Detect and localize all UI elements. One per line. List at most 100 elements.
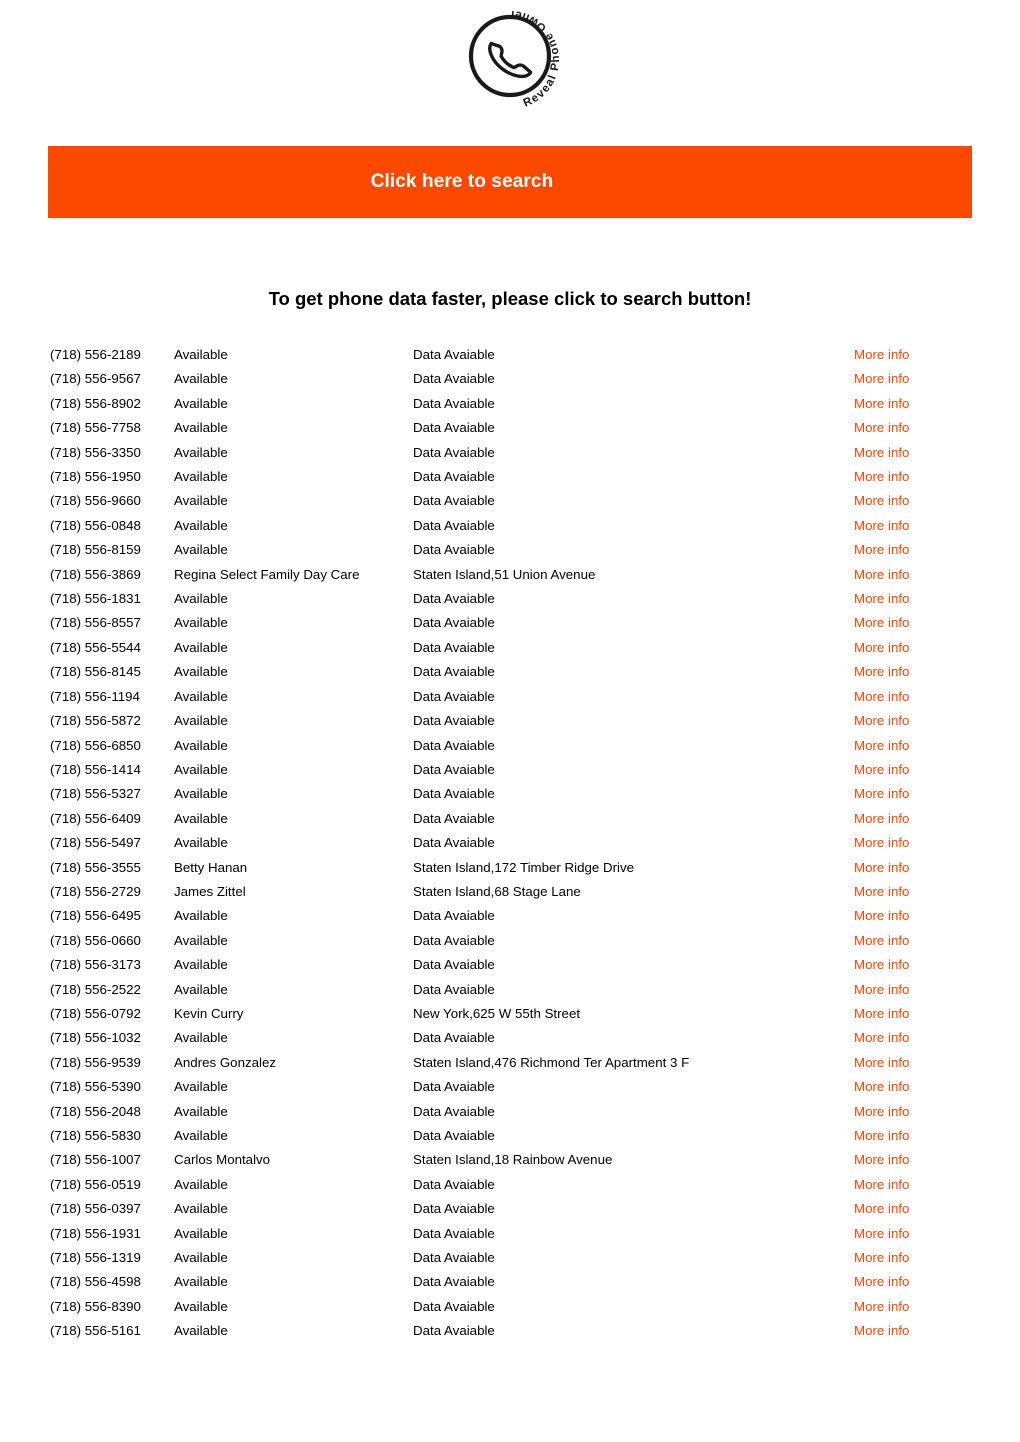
more-info-link[interactable]: More info: [854, 860, 909, 875]
owner-name-cell: Available: [174, 1222, 413, 1246]
table-row: (718) 556-9660 Available Data Avaiable More…: [0, 489, 1020, 513]
owner-name: James Zittel: [174, 883, 246, 899]
owner-address: Data Avaiable: [413, 371, 495, 387]
more-info-link[interactable]: More info: [854, 1055, 909, 1070]
more-info-link[interactable]: More info: [854, 371, 909, 386]
more-info-link[interactable]: More info: [854, 1250, 909, 1265]
more-info-link[interactable]: More info: [854, 1030, 909, 1045]
phone-number-cell: (718) 556-6850: [0, 734, 174, 758]
more-info-link[interactable]: More info: [854, 420, 909, 435]
more-info-link[interactable]: More info: [854, 347, 909, 362]
owner-name: Available: [174, 1201, 228, 1217]
owner-address: Data Avaiable: [413, 1250, 495, 1266]
phone-number: (718) 556-8145: [50, 664, 141, 680]
table-row: (718) 556-1831 Available Data Avaiable More…: [0, 587, 1020, 611]
phone-number: (718) 556-3869: [50, 566, 141, 582]
owner-name-cell: Betty Hanan: [174, 856, 413, 880]
owner-address-cell: Data Avaiable: [413, 587, 854, 611]
phone-number: (718) 556-4598: [50, 1274, 141, 1290]
owner-name-cell: Available: [174, 636, 413, 660]
more-info-link[interactable]: More info: [854, 615, 909, 630]
more-info-link[interactable]: More info: [854, 884, 909, 899]
owner-address-cell: Data Avaiable: [413, 1319, 854, 1343]
owner-name-cell: Available: [174, 831, 413, 855]
phone-number: (718) 556-1831: [50, 591, 141, 607]
owner-address: Data Avaiable: [413, 1128, 495, 1143]
phone-number-cell: (718) 556-6409: [0, 807, 174, 831]
more-info-link-cell: More info: [854, 416, 1020, 440]
table-row: (718) 556-0848 Available Data Avaiable More…: [0, 514, 1020, 538]
more-info-link[interactable]: More info: [854, 1274, 909, 1289]
owner-address-cell: Data Avaiable: [413, 1222, 854, 1246]
owner-name: Available: [174, 957, 228, 973]
more-info-link[interactable]: More info: [854, 542, 909, 557]
more-info-link[interactable]: More info: [854, 591, 909, 606]
more-info-link-cell: More info: [854, 1197, 1020, 1221]
more-info-link[interactable]: More info: [854, 445, 909, 460]
more-info-link-cell: More info: [854, 709, 1020, 733]
click-here-to-search-button[interactable]: Click here to search: [48, 146, 972, 218]
owner-address: Data Avaiable: [413, 1103, 495, 1119]
owner-address-cell: Data Avaiable: [413, 367, 854, 391]
more-info-link[interactable]: More info: [854, 738, 909, 753]
more-info-link[interactable]: More info: [854, 1006, 909, 1021]
table-row: (718) 556-0792 Kevin Curry New York,625 W …: [0, 1002, 1020, 1026]
table-row: (718) 556-1007 Carlos Montalvo Staten Isla…: [0, 1148, 1020, 1172]
owner-name-cell: Available: [174, 782, 413, 806]
more-info-link[interactable]: More info: [854, 1226, 909, 1241]
more-info-link[interactable]: More info: [854, 957, 909, 972]
owner-address: Data Avaiable: [413, 1323, 495, 1339]
more-info-link[interactable]: More info: [854, 664, 909, 679]
more-info-link[interactable]: More info: [854, 1177, 909, 1192]
table-row: (718) 556-1032 Available Data Avaiable More…: [0, 1026, 1020, 1050]
more-info-link[interactable]: More info: [854, 982, 909, 997]
phone-number-cell: (718) 556-1950: [0, 465, 174, 489]
phone-number-cell: (718) 556-8902: [0, 392, 174, 416]
more-info-link-cell: More info: [854, 367, 1020, 391]
more-info-link[interactable]: More info: [854, 640, 909, 655]
owner-name: Available: [174, 444, 228, 460]
owner-name: Available: [174, 639, 228, 655]
owner-address-cell: Data Avaiable: [413, 465, 854, 489]
owner-name: Betty Hanan: [174, 859, 248, 875]
more-info-link[interactable]: More info: [854, 1323, 909, 1338]
more-info-link[interactable]: More info: [854, 762, 909, 777]
more-info-link[interactable]: More info: [854, 786, 909, 801]
more-info-link[interactable]: More info: [854, 811, 909, 826]
more-info-link-cell: More info: [854, 831, 1020, 855]
more-info-link[interactable]: More info: [854, 1152, 909, 1167]
more-info-link[interactable]: More info: [854, 493, 909, 508]
more-info-link[interactable]: More info: [854, 396, 909, 411]
more-info-link[interactable]: More info: [854, 1128, 909, 1143]
phone-number: (718) 556-5544: [50, 639, 141, 655]
phone-number: (718) 556-5161: [50, 1323, 141, 1339]
owner-address-cell: Staten Island,476 Richmond Ter Apartment…: [413, 1051, 854, 1075]
table-row: (718) 556-8390 Available Data Avaiable More…: [0, 1295, 1020, 1319]
more-info-link[interactable]: More info: [854, 835, 909, 850]
owner-address: Data Avaiable: [413, 591, 495, 607]
owner-address-cell: Data Avaiable: [413, 807, 854, 831]
more-info-link[interactable]: More info: [854, 689, 909, 704]
more-info-link-cell: More info: [854, 441, 1020, 465]
more-info-link[interactable]: More info: [854, 518, 909, 533]
phone-number: (718) 556-2189: [50, 347, 141, 362]
more-info-link[interactable]: More info: [854, 469, 909, 484]
table-row: (718) 556-8159 Available Data Avaiable More…: [0, 538, 1020, 562]
more-info-link[interactable]: More info: [854, 567, 909, 582]
table-row: (718) 556-2048 Available Data Avaiable More…: [0, 1100, 1020, 1124]
table-row: (718) 556-1414 Available Data Avaiable More…: [0, 758, 1020, 782]
more-info-link[interactable]: More info: [854, 1201, 909, 1216]
owner-address-cell: Data Avaiable: [413, 1026, 854, 1050]
phone-number-cell: (718) 556-8557: [0, 611, 174, 635]
more-info-link[interactable]: More info: [854, 933, 909, 948]
owner-name: Andres Gonzalez: [174, 1054, 276, 1070]
phone-number-cell: (718) 556-3173: [0, 953, 174, 977]
more-info-link[interactable]: More info: [854, 1104, 909, 1119]
owner-address-cell: Data Avaiable: [413, 978, 854, 1002]
more-info-link[interactable]: More info: [854, 1079, 909, 1094]
more-info-link[interactable]: More info: [854, 1299, 909, 1314]
phone-number: (718) 556-1032: [50, 1030, 141, 1046]
more-info-link[interactable]: More info: [854, 713, 909, 728]
table-row: (718) 556-3173 Available Data Avaiable More…: [0, 953, 1020, 977]
more-info-link[interactable]: More info: [854, 908, 909, 923]
